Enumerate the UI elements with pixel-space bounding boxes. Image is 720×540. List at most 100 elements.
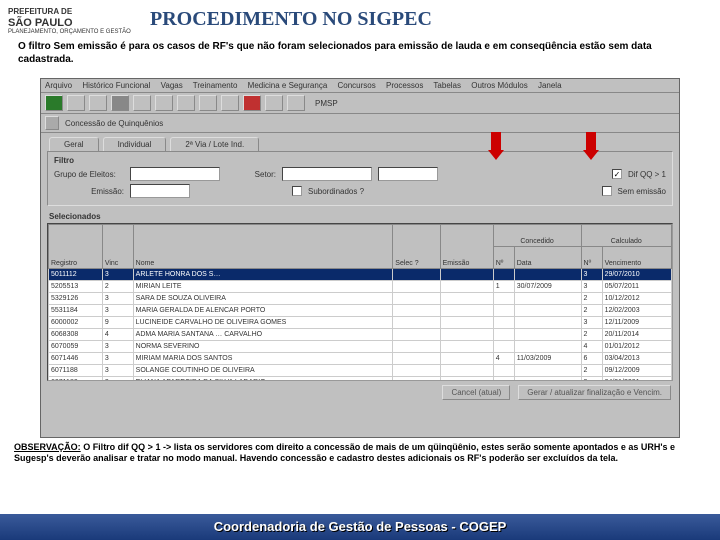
table-row[interactable]: 52055132MIRIAN LEITE130/07/2009305/07/20… [49, 281, 672, 293]
th-concedido: Concedido [493, 225, 581, 247]
cell-reg: 6071446 [49, 353, 103, 365]
grupo-field[interactable] [130, 167, 220, 181]
app-toolbar: PMSP [41, 93, 679, 114]
setor-field[interactable] [282, 167, 372, 181]
tool-add-icon[interactable] [221, 95, 239, 111]
sub-icon[interactable] [45, 116, 59, 130]
menu-processos[interactable]: Processos [386, 81, 423, 90]
th-conc-data[interactable]: Data [514, 247, 581, 269]
tool-save-icon[interactable] [45, 95, 63, 111]
cell-reg: 5011112 [49, 269, 103, 281]
cell-qv: 09/12/2009 [602, 365, 671, 377]
cancel-button[interactable]: Cancel (atual) [442, 385, 510, 400]
cell-cd [514, 269, 581, 281]
menu-vagas[interactable]: Vagas [161, 81, 183, 90]
menu-medicina[interactable]: Medicina e Segurança [248, 81, 328, 90]
tab-individual[interactable]: Individual [103, 137, 167, 151]
sigpec-window: Arquivo Histórico Funcional Vagas Treina… [40, 78, 680, 438]
cell-v: 3 [102, 365, 133, 377]
table-row[interactable]: 60700593NORMA SEVERINO401/01/2012 [49, 341, 672, 353]
th-registro[interactable]: Registro [49, 225, 103, 269]
th-calc-venc[interactable]: Vencimento [602, 247, 671, 269]
table-row[interactable]: 50111123ARLETE HONRA DOS S…329/07/2010 [49, 269, 672, 281]
menu-historico[interactable]: Histórico Funcional [82, 81, 150, 90]
menu-janela[interactable]: Janela [538, 81, 562, 90]
cell-qn: 6 [581, 353, 602, 365]
cell-v: 2 [102, 281, 133, 293]
cell-cd [514, 317, 581, 329]
tool-delete-icon[interactable] [243, 95, 261, 111]
cell-s [393, 353, 440, 365]
th-calc-n[interactable]: Nº [581, 247, 602, 269]
th-emissao[interactable]: Emissão [440, 225, 493, 269]
cell-cn [493, 365, 514, 377]
cell-s [393, 329, 440, 341]
menu-tabelas[interactable]: Tabelas [433, 81, 461, 90]
pmsp-label: PMSP [315, 99, 338, 108]
cell-reg: 5205513 [49, 281, 103, 293]
cell-nome: NORMA SEVERINO [133, 341, 393, 353]
cell-v: 9 [102, 317, 133, 329]
tool-help-icon[interactable] [287, 95, 305, 111]
emissao-field[interactable] [130, 184, 190, 198]
sememissao-checkbox[interactable] [602, 186, 612, 196]
table-row[interactable]: 60714463MIRIAM MARIA DOS SANTOS411/03/20… [49, 353, 672, 365]
tool-last-icon[interactable] [199, 95, 217, 111]
cell-qn: 2 [581, 329, 602, 341]
cell-nome: MIRIAM MARIA DOS SANTOS [133, 353, 393, 365]
filtro-panel: Filtro Grupo de Eleitos: Setor: Dif QQ >… [47, 151, 673, 206]
table-row[interactable]: 60711883SOLANGE COUTINHO DE OLIVEIRA209/… [49, 365, 672, 377]
menu-arquivo[interactable]: Arquivo [45, 81, 72, 90]
menu-concursos[interactable]: Concursos [338, 81, 376, 90]
th-conc-n[interactable]: Nº [493, 247, 514, 269]
org-logo: PREFEITURA DESÃO PAULO PLANEJAMENTO, ORÇ… [8, 8, 133, 35]
tool-print-icon[interactable] [67, 95, 85, 111]
tool-search-icon[interactable] [111, 95, 129, 111]
tool-lock-icon[interactable] [265, 95, 283, 111]
gerar-button[interactable]: Gerar / atualizar finalização e Vencim. [518, 385, 671, 400]
tool-clear-icon[interactable] [89, 95, 107, 111]
cell-nome: MIRIAN LEITE [133, 281, 393, 293]
cell-nome: SOLANGE COUTINHO DE OLIVEIRA [133, 365, 393, 377]
cell-nome: SARA DE SOUZA OLIVEIRA [133, 293, 393, 305]
cell-nome: MARIA GERALDA DE ALENCAR PORTO [133, 305, 393, 317]
tool-first-icon[interactable] [177, 95, 195, 111]
cell-em [440, 365, 493, 377]
tab-2via[interactable]: 2ª Via / Lote Ind. [170, 137, 259, 151]
obs-body: O Filtro dif QQ > 1 -> lista os servidor… [14, 442, 675, 463]
cell-em [440, 353, 493, 365]
window-subtitle: Concessão de Quinquênios [65, 119, 163, 128]
cell-cd [514, 293, 581, 305]
cell-qn: 3 [581, 269, 602, 281]
table-row[interactable]: 60000029LUCINEIDE CARVALHO DE OLIVEIRA G… [49, 317, 672, 329]
intro-text: O filtro Sem emissão é para os casos de … [18, 40, 708, 66]
cell-s [393, 341, 440, 353]
menu-outros[interactable]: Outros Módulos [471, 81, 527, 90]
tab-geral[interactable]: Geral [49, 137, 99, 151]
cell-s [393, 293, 440, 305]
logo-line1: PREFEITURA DE [8, 7, 72, 16]
logo-line2: SÃO PAULO [8, 17, 73, 29]
menu-treinamento[interactable]: Treinamento [193, 81, 238, 90]
subordinados-checkbox[interactable] [292, 186, 302, 196]
cell-qv: 10/12/2012 [602, 293, 671, 305]
th-selec[interactable]: Selec ? [393, 225, 440, 269]
setor-field2[interactable] [378, 167, 438, 181]
cell-qn: 3 [581, 317, 602, 329]
cell-qv: 12/02/2003 [602, 305, 671, 317]
cell-em [440, 293, 493, 305]
cell-reg: 6070059 [49, 341, 103, 353]
cell-cd [514, 329, 581, 341]
tool-prev-icon[interactable] [133, 95, 151, 111]
th-nome[interactable]: Nome [133, 225, 393, 269]
tool-next-icon[interactable] [155, 95, 173, 111]
table-row[interactable]: 60683084ADMA MARIA SANTANA … CARVALHO220… [49, 329, 672, 341]
cell-cd [514, 341, 581, 353]
grupo-label: Grupo de Eleitos: [54, 170, 124, 179]
th-vinc[interactable]: Vinc [102, 225, 133, 269]
difqq-checkbox[interactable] [612, 169, 622, 179]
table-row[interactable]: 53291263SARA DE SOUZA OLIVEIRA210/12/201… [49, 293, 672, 305]
cell-qn: 2 [581, 365, 602, 377]
obs-label: OBSERVAÇÃO: [14, 442, 81, 452]
table-row[interactable]: 55311843MARIA GERALDA DE ALENCAR PORTO21… [49, 305, 672, 317]
